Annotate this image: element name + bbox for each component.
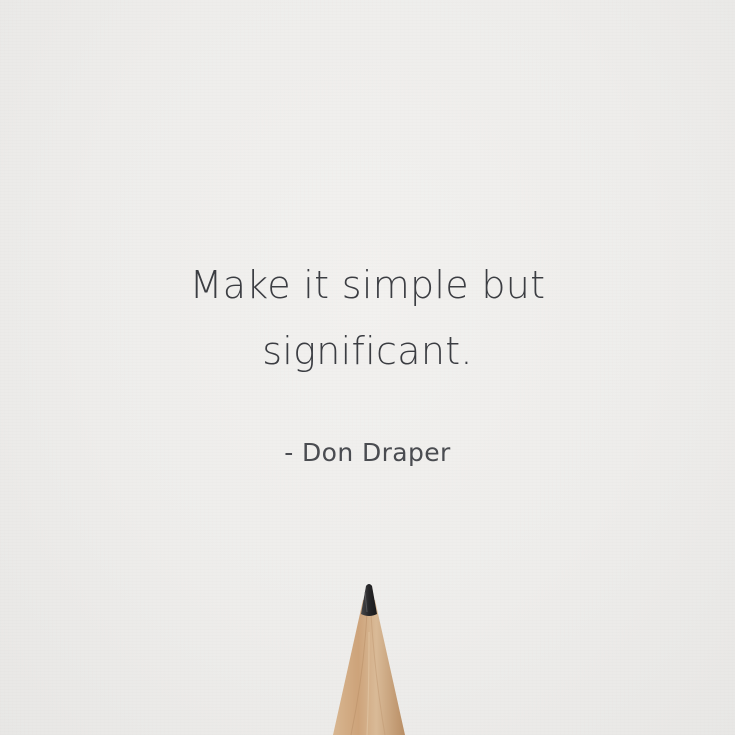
quote-author: - Don Draper — [284, 438, 451, 467]
pencil-icon — [333, 584, 405, 735]
quote-block: Make it simple but significant. - Don Dr… — [0, 252, 735, 467]
quote-text: Make it simple but significant. — [189, 263, 546, 373]
